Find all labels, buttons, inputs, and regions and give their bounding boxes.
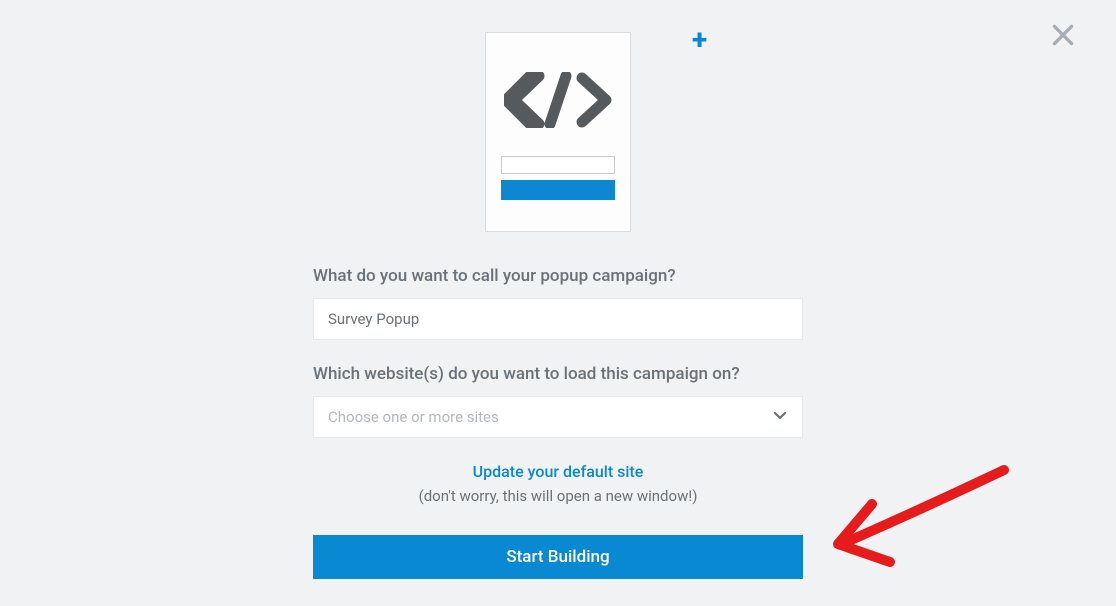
mock-input <box>501 156 615 174</box>
website-select[interactable]: Choose one or more sites <box>313 396 803 438</box>
update-default-site-note: (don't worry, this will open a new windo… <box>313 487 803 505</box>
code-icon <box>504 72 612 132</box>
chevron-down-icon <box>772 407 788 427</box>
campaign-name-input[interactable] <box>313 298 803 340</box>
website-select-placeholder: Choose one or more sites <box>328 408 772 426</box>
campaign-setup-modal: What do you want to call your popup camp… <box>313 0 803 579</box>
annotation-arrow <box>824 458 1024 602</box>
start-building-button[interactable]: Start Building <box>313 535 803 579</box>
mock-button <box>501 180 615 200</box>
campaign-name-label: What do you want to call your popup camp… <box>313 266 803 286</box>
close-icon[interactable] <box>1050 22 1076 52</box>
template-form-mock <box>501 156 615 200</box>
update-default-site-link[interactable]: Update your default site <box>313 462 803 481</box>
template-preview-card <box>485 32 631 232</box>
website-select-label: Which website(s) do you want to load thi… <box>313 364 803 384</box>
